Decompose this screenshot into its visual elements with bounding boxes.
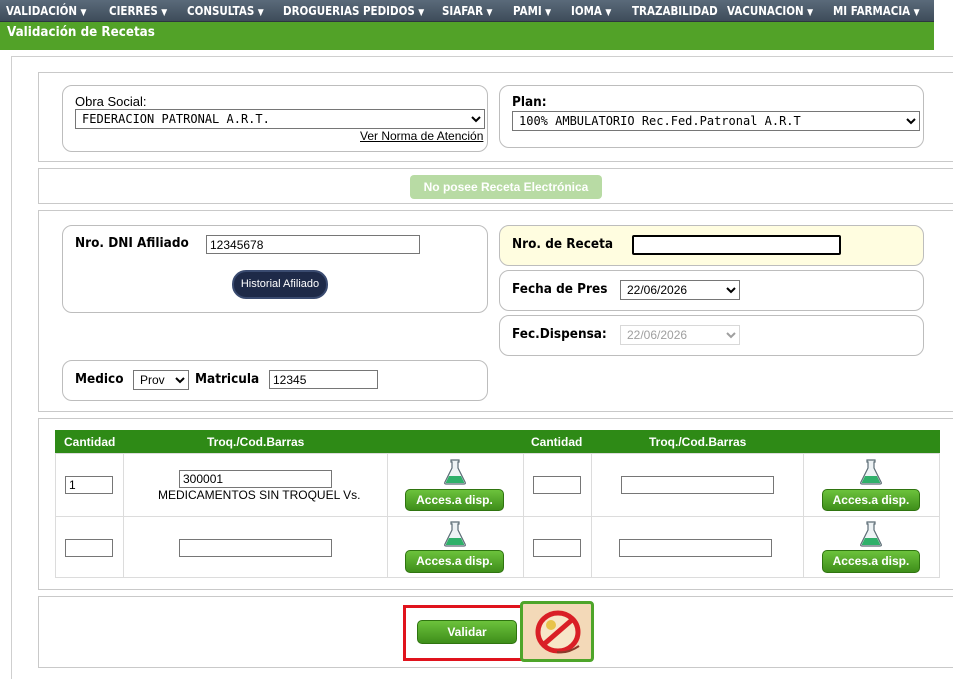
menu-consultas[interactable]: CONSULTAS ▼: [187, 4, 264, 18]
flask-icon: [860, 459, 882, 485]
menu-label: SIAFAR: [442, 4, 484, 18]
header-troquel-1: Troq./Cod.Barras: [207, 435, 305, 449]
menu-label: CONSULTAS: [187, 4, 255, 18]
menu-siafar[interactable]: SIAFAR ▼: [442, 4, 492, 18]
fecha-pres-label: Fecha de Pres: [512, 282, 608, 297]
chevron-down-icon: ▼: [545, 8, 552, 18]
prohibited-stamp-badge[interactable]: [520, 601, 594, 662]
menu-label: IOMA: [571, 4, 602, 18]
no-receta-electronica-button[interactable]: No posee Receta Electrónica: [410, 175, 602, 199]
menu-label: CIERRES: [109, 4, 158, 18]
menu-mi-farmacia[interactable]: MI FARMACIA ▼: [833, 4, 920, 18]
fec-dispensa-label: Fec.Dispensa:: [512, 327, 607, 342]
chevron-down-icon: ▼: [807, 8, 814, 18]
nro-receta-box: Nro. de Receta: [499, 225, 924, 266]
fec-dispensa-box: Fec.Dispensa: 22/06/2026: [499, 315, 924, 356]
header-cantidad-2: Cantidad: [531, 435, 583, 449]
medico-box: Medico Prov Matricula: [62, 360, 488, 401]
plan-box: Plan: 100% AMBULATORIO Rec.Fed.Patronal …: [499, 85, 924, 148]
flask-icon: [444, 521, 466, 547]
flask-icon: [860, 521, 882, 547]
nro-receta-input[interactable]: [632, 235, 841, 255]
nro-receta-label: Nro. de Receta: [512, 237, 614, 252]
ver-norma-link[interactable]: Ver Norma de Atención: [360, 129, 483, 143]
validar-button[interactable]: Validar: [417, 620, 517, 644]
fecha-pres-select[interactable]: 22/06/2026: [620, 280, 740, 300]
items-table-header: Cantidad Troq./Cod.Barras Cantidad Troq.…: [55, 430, 940, 453]
cantidad-input[interactable]: [65, 539, 113, 557]
page-title: Validación de Recetas: [7, 25, 155, 40]
chevron-down-icon: ▼: [605, 8, 612, 18]
troquel-input[interactable]: [179, 470, 332, 488]
chevron-down-icon: ▼: [161, 8, 168, 18]
cantidad-input[interactable]: [65, 476, 113, 494]
obra-social-box: Obra Social: FEDERACION PATRONAL A.R.T. …: [62, 85, 488, 152]
menu-cierres[interactable]: CIERRES ▼: [109, 4, 167, 18]
menu-label: VALIDACIÓN: [6, 4, 78, 18]
menu-vacunacion[interactable]: VACUNACION ▼: [727, 4, 813, 18]
obra-social-label: Obra Social:: [75, 94, 147, 109]
medico-label: Medico: [75, 372, 124, 387]
menu-label: MI FARMACIA: [833, 4, 911, 18]
menu-label: VACUNACION: [727, 4, 804, 18]
cantidad-input[interactable]: [533, 539, 581, 557]
matricula-label: Matricula: [195, 372, 260, 387]
flask-icon: [444, 459, 466, 485]
chevron-down-icon: ▼: [418, 8, 425, 18]
cantidad-input[interactable]: [533, 476, 581, 494]
menu-droguerias[interactable]: DROGUERIAS PEDIDOS ▼: [283, 4, 424, 18]
matricula-input[interactable]: [269, 370, 378, 389]
chevron-down-icon: ▼: [913, 8, 920, 18]
acces-disp-button[interactable]: Acces.a disp.: [822, 550, 920, 573]
menu-label: DROGUERIAS PEDIDOS: [283, 4, 415, 18]
menu-pami[interactable]: PAMI ▼: [513, 4, 551, 18]
troquel-input[interactable]: [619, 539, 772, 557]
menu-label: TRAZABILIDAD: [632, 4, 718, 18]
prohibited-stamp-icon: [535, 610, 581, 654]
top-menu-bar: VALIDACIÓN ▼ CIERRES ▼ CONSULTAS ▼ DROGUERI…: [0, 0, 934, 22]
fecha-pres-box: Fecha de Pres 22/06/2026: [499, 270, 924, 311]
plan-select[interactable]: 100% AMBULATORIO Rec.Fed.Patronal A.R.T: [512, 111, 920, 131]
acces-disp-button[interactable]: Acces.a disp.: [405, 550, 504, 573]
plan-label: Plan:: [512, 95, 547, 110]
header-cantidad-1: Cantidad: [64, 435, 116, 449]
troquel-input[interactable]: [179, 539, 332, 557]
acces-disp-button[interactable]: Acces.a disp.: [405, 489, 504, 511]
menu-validacion[interactable]: VALIDACIÓN ▼: [6, 4, 86, 18]
historial-afiliado-button[interactable]: Historial Afiliado: [232, 270, 328, 299]
item-description: MEDICAMENTOS SIN TROQUEL Vs.: [158, 488, 361, 502]
troquel-input[interactable]: [621, 476, 774, 494]
chevron-down-icon: ▼: [80, 8, 87, 18]
dni-input[interactable]: [206, 235, 420, 254]
header-troquel-2: Troq./Cod.Barras: [649, 435, 747, 449]
chevron-down-icon: ▼: [486, 8, 493, 18]
obra-social-select[interactable]: FEDERACION PATRONAL A.R.T.: [75, 109, 485, 129]
menu-trazabilidad[interactable]: TRAZABILIDAD: [632, 4, 718, 18]
menu-label: PAMI: [513, 4, 542, 18]
chevron-down-icon: ▼: [257, 8, 264, 18]
title-bar: Validación de Recetas: [0, 22, 934, 50]
menu-ioma[interactable]: IOMA ▼: [571, 4, 611, 18]
medico-tipo-select[interactable]: Prov: [133, 370, 189, 390]
fec-dispensa-select: 22/06/2026: [620, 325, 740, 345]
acces-disp-button[interactable]: Acces.a disp.: [822, 489, 920, 511]
dni-label: Nro. DNI Afiliado: [75, 236, 189, 251]
afiliado-box: Nro. DNI Afiliado Historial Afiliado: [62, 225, 488, 313]
